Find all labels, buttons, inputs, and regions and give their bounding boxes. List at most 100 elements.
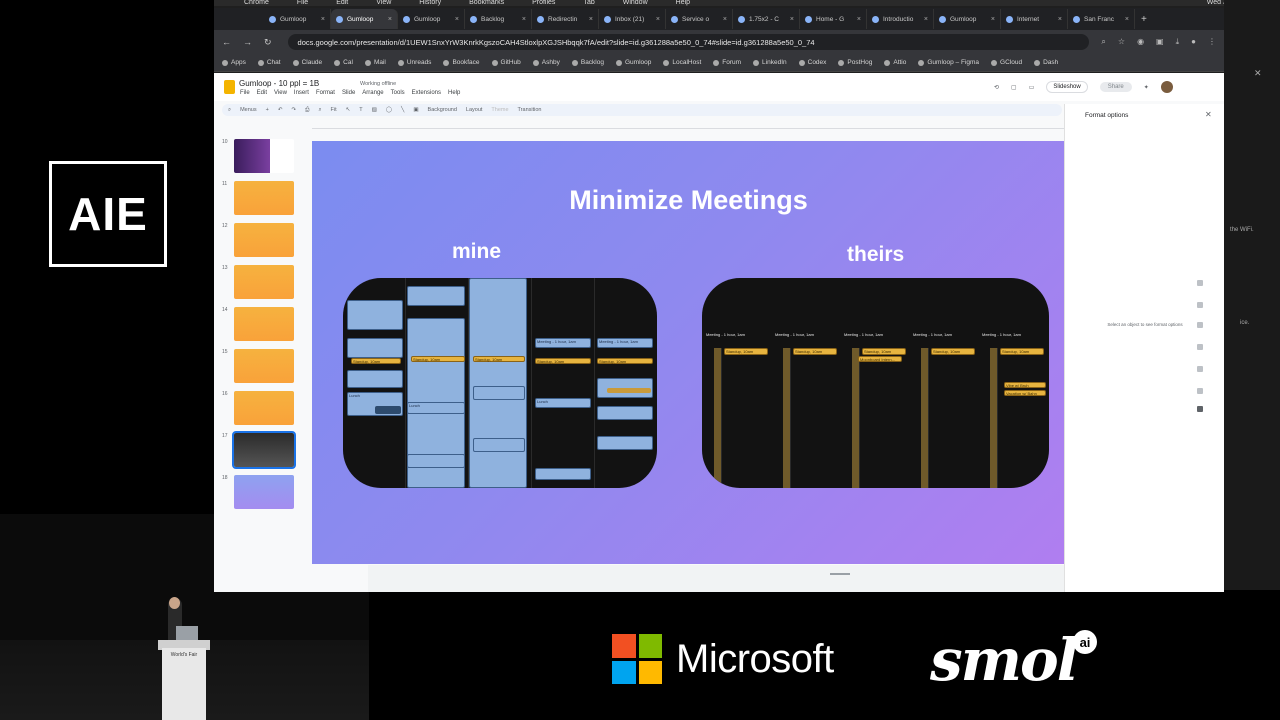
my-calendar-screenshot[interactable]: Standup, 10am Standup, 10am Standup, 10am S… xyxy=(343,278,657,488)
forward-arrow-icon[interactable]: → xyxy=(243,37,252,47)
browser-tab[interactable]: Service o × xyxy=(666,9,733,29)
bookmark-item[interactable]: Gumloop xyxy=(615,59,651,66)
mac-menu-window[interactable]: Window xyxy=(623,0,648,6)
close-tab-icon[interactable]: × xyxy=(455,16,459,23)
browser-tab[interactable]: Internet × xyxy=(1001,9,1068,29)
slideshow-button[interactable]: Slideshow xyxy=(1046,81,1088,93)
puzzle-icon[interactable]: ▣ xyxy=(1156,37,1164,47)
menu-view[interactable]: View xyxy=(274,90,287,96)
bookmark-item[interactable]: PostHog xyxy=(838,59,872,66)
keep-icon[interactable] xyxy=(1197,302,1203,308)
bookmark-item[interactable]: Forum xyxy=(713,59,741,66)
new-slide-icon[interactable]: + xyxy=(266,107,269,113)
bookmark-item[interactable]: Attio xyxy=(884,59,906,66)
slide-thumbnail[interactable] xyxy=(234,181,294,215)
close-tab-icon[interactable]: × xyxy=(857,16,861,23)
slide-thumbnail-row[interactable]: 12 xyxy=(214,223,306,263)
line-icon[interactable]: ╲ xyxy=(401,107,404,113)
browser-tab[interactable]: Home - G × xyxy=(800,9,867,29)
close-tab-icon[interactable]: × xyxy=(656,16,660,23)
zoom-icon[interactable]: ⌕ xyxy=(1101,37,1105,47)
menu-dots-icon[interactable]: ⋮ xyxy=(1208,37,1216,47)
add-on-icon[interactable] xyxy=(1197,388,1203,394)
calendar-icon[interactable] xyxy=(1197,280,1203,286)
zoom-icon[interactable]: ⌕ xyxy=(318,107,321,114)
slide-title[interactable]: Minimize Meetings xyxy=(312,185,1065,216)
browser-tab[interactable]: 1.75x2 - C × xyxy=(733,9,800,29)
bookmark-item[interactable]: GitHub xyxy=(491,59,521,66)
bookmark-star-icon[interactable]: ☆ xyxy=(1118,37,1125,47)
close-tab-icon[interactable]: × xyxy=(388,16,392,23)
bookmark-item[interactable]: Ashby xyxy=(532,59,560,66)
bookmark-item[interactable]: Chat xyxy=(257,59,281,66)
mac-menu-bookmarks[interactable]: Bookmarks xyxy=(469,0,504,6)
close-tab-icon[interactable]: × xyxy=(723,16,727,23)
bookmark-item[interactable]: Apps xyxy=(222,59,246,66)
bookmark-item[interactable]: Backlog xyxy=(571,59,604,66)
shape-icon[interactable]: ◯ xyxy=(386,107,392,113)
current-slide[interactable]: Minimize Meetings mine theirs Standup, 1… xyxy=(312,141,1065,564)
mine-label[interactable]: mine xyxy=(452,240,501,264)
their-calendar-screenshot[interactable]: Meeting - 1 hour, 1am Standup, 10am Meetin… xyxy=(702,278,1049,488)
menu-tools[interactable]: Tools xyxy=(391,90,405,96)
share-button[interactable]: Share xyxy=(1099,82,1132,92)
mac-menu-profiles[interactable]: Profiles xyxy=(532,0,555,6)
close-icon[interactable]: ✕ xyxy=(1205,110,1212,119)
theme-button[interactable]: Theme xyxy=(491,107,508,113)
close-tab-icon[interactable]: × xyxy=(1058,16,1062,23)
gemini-icon[interactable]: ✦ xyxy=(1144,84,1149,91)
video-icon[interactable]: ▭ xyxy=(1029,84,1035,91)
bookmark-item[interactable]: Unreads xyxy=(397,59,431,66)
mac-menu-file[interactable]: File xyxy=(297,0,308,6)
theirs-label[interactable]: theirs xyxy=(847,243,904,267)
mac-menu-chrome[interactable]: Chrome xyxy=(244,0,269,6)
comment-icon[interactable]: ▢ xyxy=(1011,84,1017,91)
mac-menu-history[interactable]: History xyxy=(419,0,441,6)
mac-menu-edit[interactable]: Edit xyxy=(336,0,348,6)
redo-icon[interactable]: ↷ xyxy=(291,107,296,113)
browser-tab[interactable]: Gumloop × xyxy=(331,9,398,29)
transition-button[interactable]: Transition xyxy=(518,107,542,113)
menu-file[interactable]: File xyxy=(240,90,250,96)
browser-tab[interactable]: Redirectin × xyxy=(532,9,599,29)
contacts-icon[interactable] xyxy=(1197,344,1203,350)
slide-thumbnail-row[interactable]: 14 xyxy=(214,307,306,347)
slide-thumbnail[interactable] xyxy=(234,349,294,383)
slide-thumbnail-row[interactable]: 13 xyxy=(214,265,306,305)
bookmark-item[interactable]: Cal xyxy=(334,59,353,66)
maps-icon[interactable] xyxy=(1197,366,1203,372)
resize-handle[interactable] xyxy=(830,573,850,575)
close-tab-icon[interactable]: × xyxy=(790,16,794,23)
close-tab-icon[interactable]: × xyxy=(321,16,325,23)
slide-thumbnail[interactable] xyxy=(234,139,294,173)
bookmark-item[interactable]: Codex xyxy=(798,59,826,66)
profile-icon[interactable]: ● xyxy=(1191,37,1196,47)
menu-arrange[interactable]: Arrange xyxy=(362,90,383,96)
slide-thumbnail[interactable] xyxy=(234,223,294,257)
reload-icon[interactable]: ↻ xyxy=(264,37,272,48)
side-panel-icon[interactable] xyxy=(1197,406,1203,412)
menu-insert[interactable]: Insert xyxy=(294,90,309,96)
bookmark-item[interactable]: Dash xyxy=(1034,59,1058,66)
slide-thumbnail-row[interactable]: 16 xyxy=(214,391,306,431)
tasks-icon[interactable] xyxy=(1197,322,1203,328)
close-tab-icon[interactable]: × xyxy=(1125,16,1129,23)
browser-tab[interactable]: Gumloop × xyxy=(398,9,465,29)
slide-thumbnail-row[interactable]: 11 xyxy=(214,181,306,221)
browser-tab[interactable]: San Franc × xyxy=(1068,9,1135,29)
mac-menu-help[interactable]: Help xyxy=(676,0,690,6)
bookmark-item[interactable]: LinkedIn xyxy=(753,59,787,66)
avatar[interactable] xyxy=(1160,81,1173,93)
bookmark-item[interactable]: Gumloop – Figma xyxy=(918,59,979,66)
back-arrow-icon[interactable]: ← xyxy=(222,37,231,47)
menu-help[interactable]: Help xyxy=(448,90,460,96)
undo-icon[interactable]: ↶ xyxy=(278,107,283,113)
close-tab-icon[interactable]: × xyxy=(991,16,995,23)
new-tab-icon[interactable]: + xyxy=(1141,14,1147,25)
browser-tab[interactable]: Gumloop × xyxy=(264,9,331,29)
menus-label[interactable]: Menus xyxy=(240,107,257,113)
mac-menu-view[interactable]: View xyxy=(376,0,391,6)
layout-button[interactable]: Layout xyxy=(466,107,483,113)
slide-thumbnail-row[interactable]: 17 xyxy=(214,431,306,473)
menu-extensions[interactable]: Extensions xyxy=(412,90,441,96)
